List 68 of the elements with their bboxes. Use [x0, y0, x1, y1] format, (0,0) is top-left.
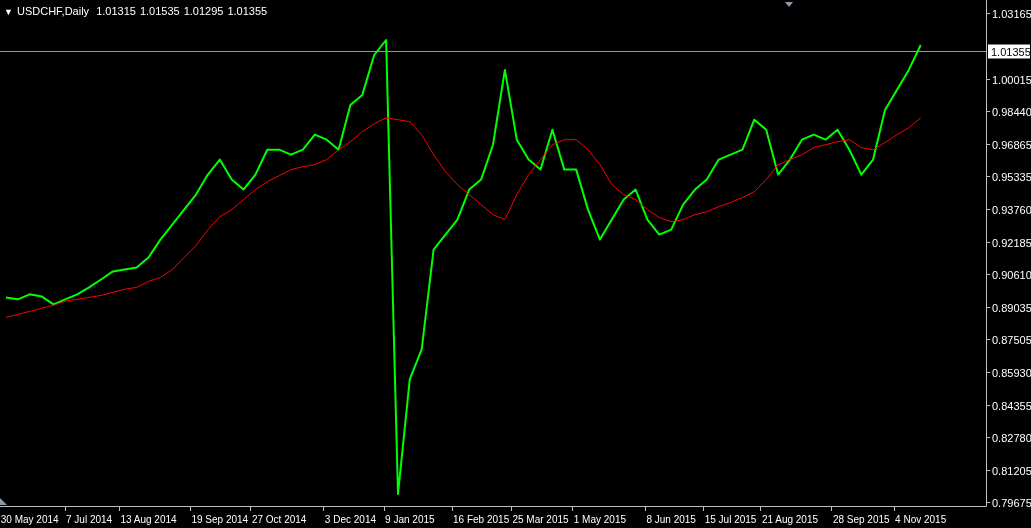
tick-mark	[119, 505, 120, 512]
date-label: 1 May 2015	[573, 514, 627, 525]
tick-mark	[985, 111, 991, 112]
price-axis-label: 0.92185	[992, 236, 1031, 249]
tick-mark	[384, 505, 385, 512]
price-axis-label: 0.81205	[992, 464, 1031, 477]
tick-mark	[985, 502, 991, 503]
tick-mark	[703, 505, 704, 512]
tick-mark	[572, 505, 573, 512]
tick-mark	[985, 176, 991, 177]
price-axis-label: 0.89035	[992, 301, 1031, 314]
date-label: 28 Sep 2015	[832, 514, 890, 525]
date-label: 3 Dec 2014	[324, 514, 376, 525]
ohlc-value: 1.01315	[96, 5, 136, 17]
tick-mark	[985, 274, 991, 275]
date-label: 8 Jun 2015	[646, 514, 696, 525]
price-axis-label: 0.98440	[992, 105, 1031, 118]
tick-mark	[323, 505, 324, 512]
tick-mark	[831, 505, 832, 512]
scroll-marker-icon[interactable]	[0, 498, 7, 505]
tick-mark	[645, 505, 646, 512]
tick-mark	[985, 307, 991, 308]
date-label: 19 Sep 2014	[191, 514, 249, 525]
date-label: 30 May 2014	[0, 514, 59, 525]
shift-marker-icon[interactable]	[785, 2, 793, 7]
tick-mark	[985, 405, 991, 406]
price-axis-label: 0.87505	[992, 333, 1031, 346]
ohlc-value: 1.01355	[227, 5, 268, 17]
tick-mark	[760, 505, 761, 512]
tick-mark	[985, 470, 991, 471]
price-axis-label: 0.84355	[992, 399, 1031, 412]
tick-mark	[985, 144, 991, 145]
date-label: 16 Feb 2015	[453, 514, 510, 525]
price-axis-label: 0.90610	[992, 268, 1031, 281]
current-price-label: 1.01355	[988, 44, 1031, 59]
date-label: 27 Oct 2014	[251, 514, 307, 525]
price-axis-label: 0.79675	[992, 496, 1031, 509]
tick-mark	[985, 437, 991, 438]
price-axis-label: 1.03165	[992, 7, 1031, 20]
price-axis-label: 0.96865	[992, 138, 1031, 151]
date-label: 21 Aug 2015	[761, 514, 819, 525]
tick-mark	[985, 13, 991, 14]
tick-mark	[452, 505, 453, 512]
tick-mark	[985, 209, 991, 210]
date-label: 4 Nov 2015	[895, 514, 947, 525]
price-axis-label: 0.95335	[992, 170, 1031, 183]
date-label: 13 Aug 2014	[120, 514, 177, 525]
date-label: 9 Jan 2015	[385, 514, 435, 525]
price-axis-label: 0.93760	[992, 203, 1031, 216]
tick-mark	[65, 505, 66, 512]
price-axis-label: 1.00015	[992, 73, 1031, 86]
tick-mark	[250, 505, 251, 512]
tick-mark	[894, 505, 895, 512]
price-axis-label: 0.85930	[992, 366, 1031, 379]
date-label: 15 Jul 2015	[704, 514, 757, 525]
date-label: 25 Mar 2015	[512, 514, 569, 525]
tick-mark	[190, 505, 191, 512]
date-label: 7 Jul 2014	[66, 514, 113, 525]
menu-toggle[interactable]: ▼	[4, 7, 13, 17]
ohlc-value: 1.01535	[139, 5, 180, 17]
tick-mark	[985, 339, 991, 340]
ohlc-value: 1.01295	[183, 5, 224, 17]
price-axis-label: 0.82780	[992, 431, 1031, 444]
symbol-title: USDCHF,Daily	[17, 5, 90, 17]
tick-mark	[511, 505, 512, 512]
tick-mark	[985, 372, 991, 373]
tick-mark	[985, 79, 991, 80]
tick-mark	[985, 242, 991, 243]
